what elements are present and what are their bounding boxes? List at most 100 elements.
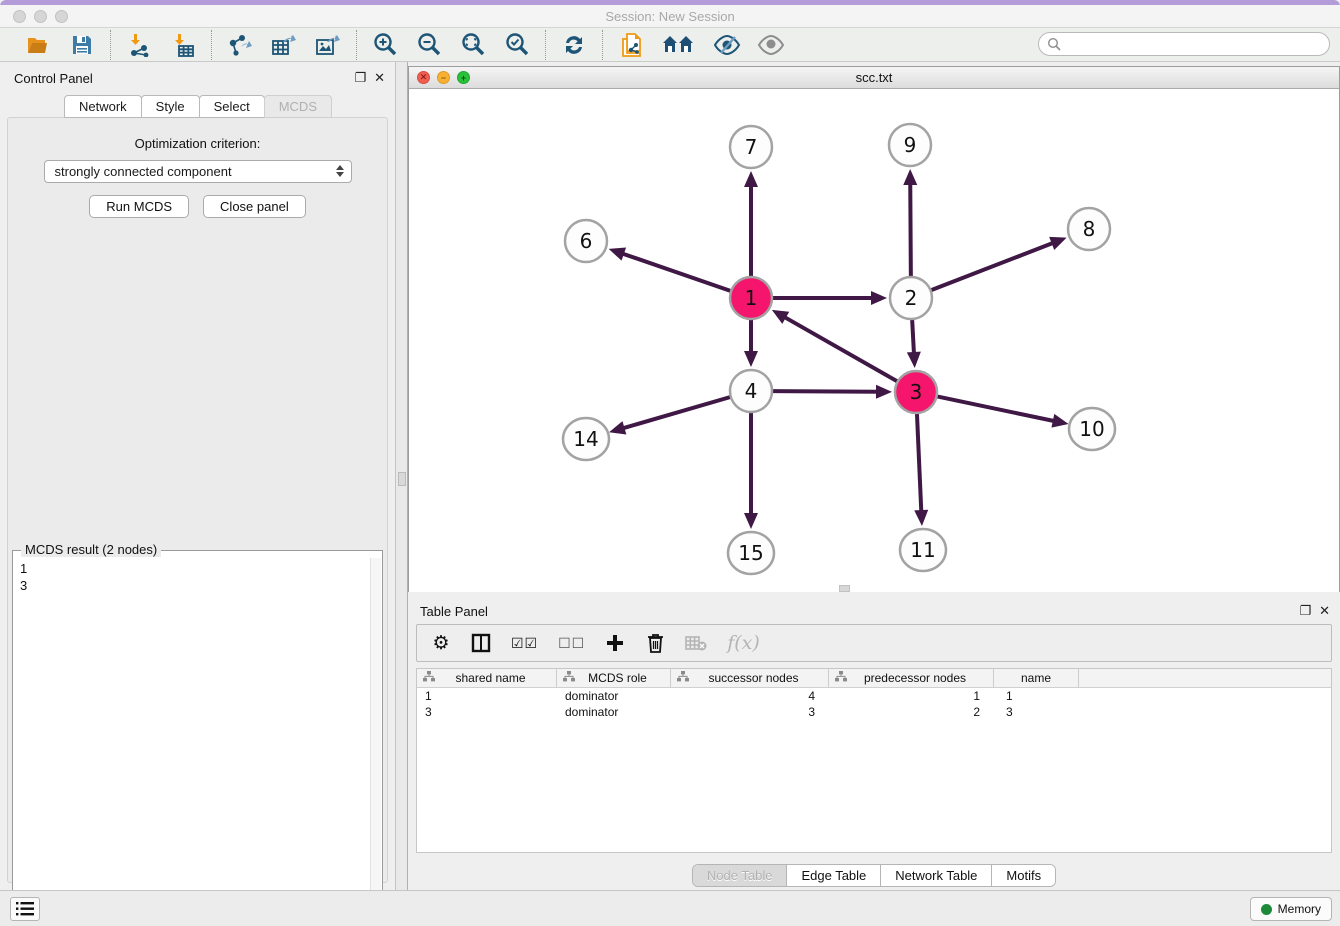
graph-edge[interactable] [917,413,921,513]
optimization-criterion-dropdown[interactable]: strongly connected component [44,160,352,183]
tab-style[interactable]: Style [141,95,200,118]
import-table-button[interactable] [169,31,197,59]
network-resize-grip[interactable] [839,585,850,592]
search-icon [1047,37,1061,54]
column-header-predecessor-nodes[interactable]: predecessor nodes [829,669,994,687]
graph-edge-arrowhead [914,510,928,526]
tab-motifs[interactable]: Motifs [992,865,1055,886]
tab-network[interactable]: Network [64,95,142,118]
delete-column-trash-icon[interactable] [645,631,665,655]
zoom-selected-button[interactable] [503,31,531,59]
column-header-successor-nodes[interactable]: successor nodes [671,669,829,687]
cell-shared-name[interactable]: 1 [417,689,557,703]
cell-predecessor-nodes[interactable]: 1 [829,689,994,703]
table-row[interactable]: 1 dominator 4 1 1 [417,688,1331,704]
show-columns-icon[interactable] [471,631,491,655]
node-table: shared name MCDS role successor nodes pr… [416,668,1332,853]
table-panel-title: Table Panel [420,604,488,619]
network-graph: 7968124314101511 [409,89,1339,592]
close-panel-icon[interactable]: ✕ [374,70,385,86]
graph-edge[interactable] [937,396,1056,421]
tab-edge-table[interactable]: Edge Table [787,865,881,886]
column-header-shared-name[interactable]: shared name [417,669,557,687]
graph-edge-arrowhead [609,247,626,260]
graph-node-label: 10 [1079,417,1104,441]
network-canvas[interactable]: 7968124314101511 [409,89,1339,592]
task-history-list-icon[interactable] [10,897,40,921]
cell-successor-nodes[interactable]: 4 [671,689,829,703]
chevron-updown-icon [336,165,344,177]
hide-graphics-details-icon[interactable] [713,31,741,59]
splitter-grip[interactable] [398,472,406,486]
graph-node-label: 3 [910,380,923,404]
cell-shared-name[interactable]: 3 [417,705,557,719]
cell-successor-nodes[interactable]: 3 [671,705,829,719]
unselect-all-columns-icon[interactable]: ☐☐ [558,631,585,655]
cell-name[interactable]: 1 [994,689,1079,703]
tab-mcds[interactable]: MCDS [264,95,332,118]
zoom-in-button[interactable] [371,31,399,59]
control-panel-title: Control Panel [14,71,93,86]
table-options-gear-icon[interactable]: ⚙ [431,631,451,655]
control-panel-tabs: Network Style Select MCDS [0,95,395,118]
window-titlebar: Session: New Session [0,5,1340,28]
graph-node-label: 2 [905,286,918,310]
network-window-titlebar[interactable]: ✕ − + scc.txt [409,67,1339,89]
create-column-plus-icon[interactable] [605,631,625,655]
search-input[interactable] [1038,32,1330,56]
hierarchy-icon [677,671,689,685]
delete-table-icon [685,631,707,655]
control-panel: Control Panel ❐ ✕ Network Style Select M… [0,62,395,890]
graph-edge-arrowhead [871,291,887,305]
float-panel-icon[interactable]: ❐ [354,70,366,86]
column-header-mcds-role[interactable]: MCDS role [557,669,671,687]
graph-edge-arrowhead [744,171,758,187]
panel-splitter[interactable] [395,62,408,890]
mcds-result-text[interactable]: 1 3 [14,558,370,920]
graph-edge[interactable] [783,316,898,381]
graph-edge[interactable] [931,242,1055,290]
memory-button[interactable]: Memory [1250,897,1332,921]
graph-edge[interactable] [912,319,914,355]
apply-layout-button[interactable] [560,31,588,59]
hierarchy-icon [423,671,435,685]
export-image-button[interactable] [314,31,342,59]
column-header-name[interactable]: name [994,669,1079,687]
run-mcds-button[interactable]: Run MCDS [89,195,189,218]
tab-network-table[interactable]: Network Table [881,865,992,886]
main-toolbar [0,28,1340,62]
zoom-out-button[interactable] [415,31,443,59]
close-table-panel-icon[interactable]: ✕ [1319,603,1330,619]
show-graphics-details-icon[interactable] [757,31,785,59]
zoom-fit-button[interactable] [459,31,487,59]
new-network-from-selection-button[interactable] [617,31,645,59]
graph-edge-arrowhead [876,385,892,399]
home-button[interactable] [661,31,697,59]
mcds-result-legend: MCDS result (2 nodes) [21,542,161,557]
graph-edge[interactable] [772,391,879,392]
export-network-button[interactable] [226,31,254,59]
graph-edge-arrowhead [1049,237,1066,250]
import-network-button[interactable] [125,31,153,59]
graph-edge-arrowhead [744,513,758,529]
cell-mcds-role[interactable]: dominator [557,705,671,719]
float-table-panel-icon[interactable]: ❐ [1299,603,1311,619]
select-all-columns-icon[interactable]: ☑☑ [511,631,538,655]
graph-edge[interactable] [621,253,731,291]
export-table-button[interactable] [270,31,298,59]
graph-node-label: 9 [904,133,917,157]
save-session-button[interactable] [68,31,96,59]
result-scrollbar[interactable] [370,558,381,920]
graph-edge-arrowhead [903,169,917,185]
cell-mcds-role[interactable]: dominator [557,689,671,703]
tab-node-table[interactable]: Node Table [693,865,788,886]
cell-name[interactable]: 3 [994,705,1079,719]
table-row[interactable]: 3 dominator 3 2 3 [417,704,1331,720]
close-panel-button[interactable]: Close panel [203,195,306,218]
open-session-button[interactable] [24,31,52,59]
tab-select[interactable]: Select [199,95,265,118]
cell-predecessor-nodes[interactable]: 2 [829,705,994,719]
graph-edge[interactable] [910,182,911,277]
graph-edge[interactable] [622,397,731,429]
mcds-panel-body: Optimization criterion: strongly connect… [7,117,388,883]
